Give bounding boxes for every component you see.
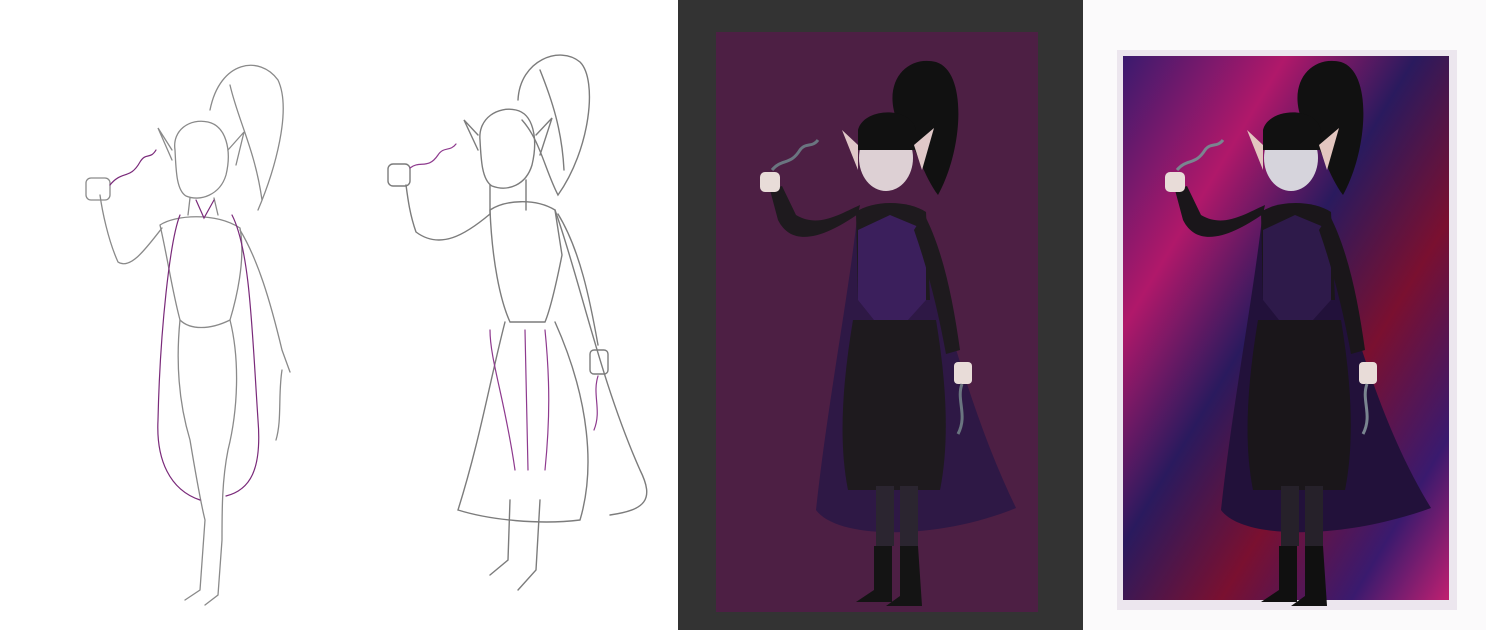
flat-colors-figure — [716, 32, 1038, 612]
clean-lineart-panel — [340, 0, 678, 630]
flat-colors-panel — [678, 0, 1083, 630]
clean-lineart-figure — [387, 54, 648, 591]
final-render-panel — [1083, 0, 1486, 630]
final-render-figure — [1117, 50, 1457, 610]
rough-sketch-figure — [85, 64, 291, 606]
rough-sketch-panel — [0, 0, 340, 630]
